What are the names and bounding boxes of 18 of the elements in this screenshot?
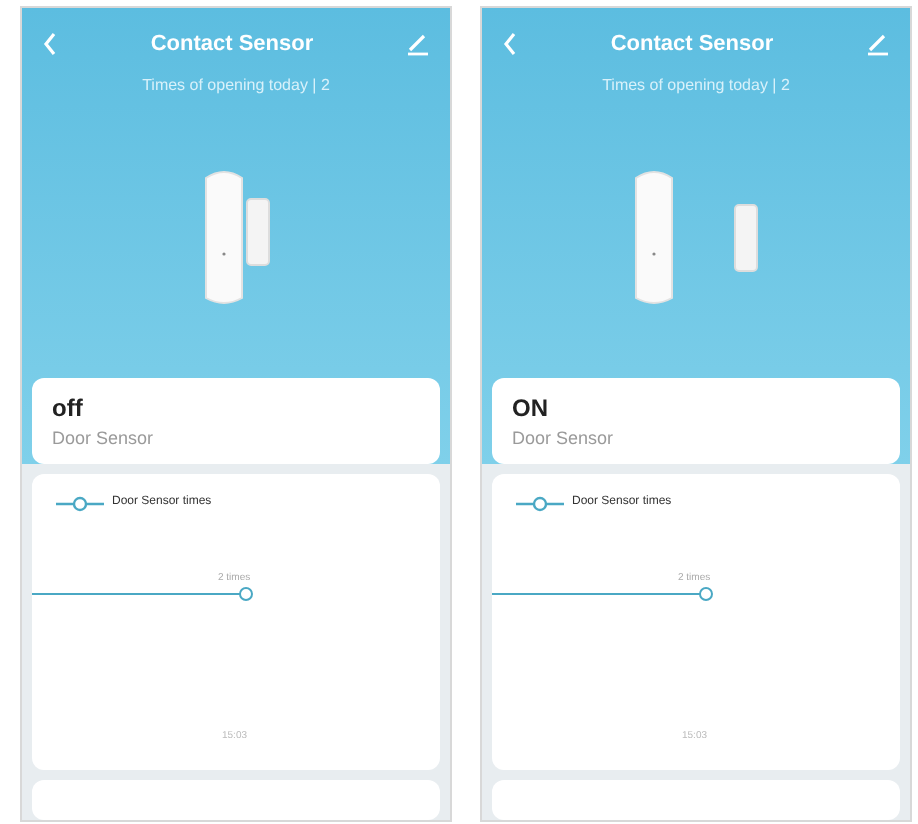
status-text: ON [512,391,550,425]
back-icon [42,32,58,57]
device-name: Door Sensor [52,425,156,451]
device-name: Door Sensor [512,425,616,451]
opening-count-text: Times of opening today | 2 [602,73,790,98]
opening-count-text: Times of opening today | 2 [142,73,330,98]
screen-title: Contact Sensor [150,30,314,61]
legend-icon [516,495,564,511]
back-button[interactable] [502,32,518,57]
pencil-icon [865,32,890,57]
status-text: off [52,391,85,425]
back-button[interactable] [42,32,58,57]
edit-button[interactable] [405,32,430,57]
edit-button[interactable] [865,32,890,57]
screen-title: Contact Sensor [610,30,774,61]
back-icon [502,32,518,57]
pencil-icon [405,32,430,57]
legend-icon [56,495,104,511]
